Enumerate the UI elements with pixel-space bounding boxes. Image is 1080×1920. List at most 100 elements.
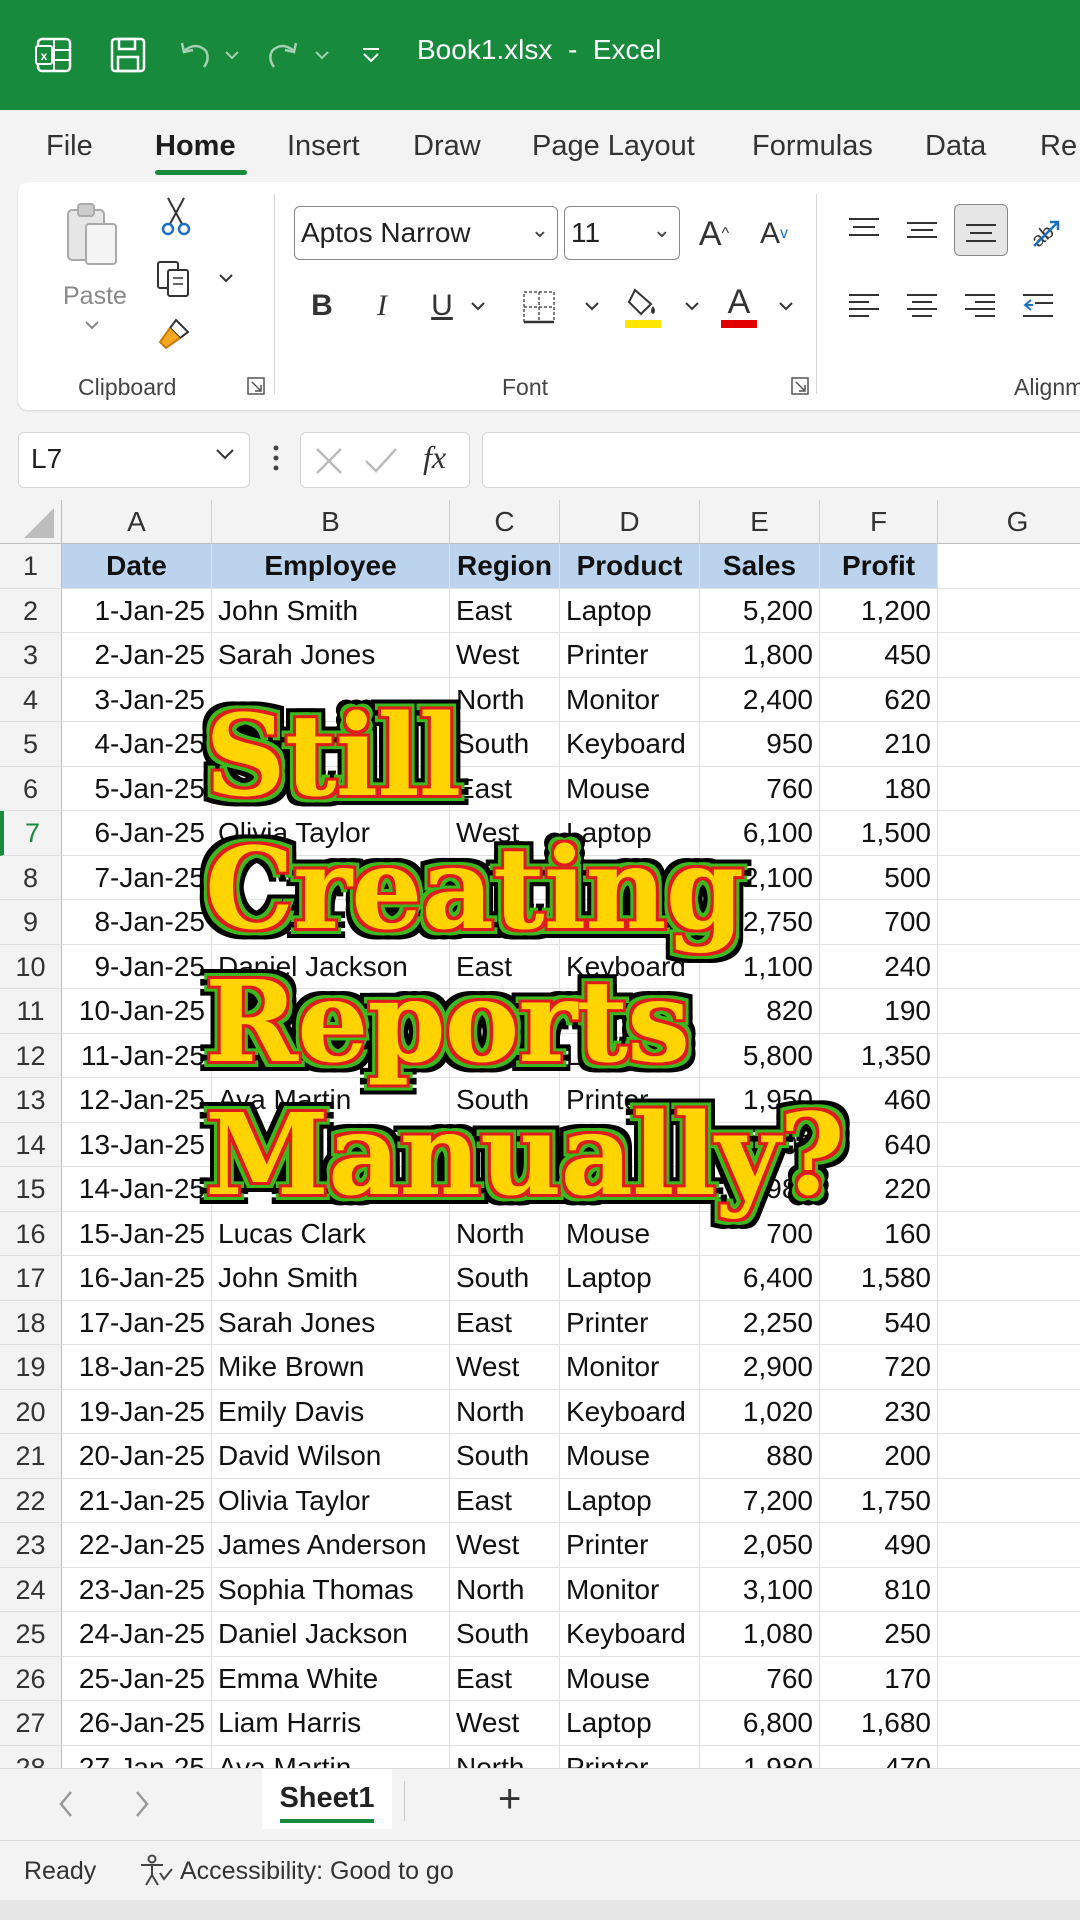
tab-formulas[interactable]: Formulas <box>752 130 873 163</box>
cell[interactable]: Sophia Thomas <box>212 1567 450 1612</box>
row-header[interactable]: 16 <box>0 1211 62 1256</box>
cell[interactable]: 26-Jan-25 <box>62 1701 212 1746</box>
save-icon[interactable] <box>106 30 150 80</box>
cell[interactable]: 1,680 <box>820 1701 938 1746</box>
undo-icon[interactable] <box>172 30 216 80</box>
font-launcher-icon[interactable] <box>788 374 812 398</box>
cell[interactable] <box>938 678 1080 722</box>
cell[interactable]: 190 <box>820 989 938 1034</box>
cell[interactable]: 3,100 <box>700 1567 820 1612</box>
cell[interactable]: East <box>450 588 560 633</box>
cell[interactable]: Laptop <box>560 1701 700 1746</box>
cell[interactable]: 1,350 <box>820 1033 938 1078</box>
cell[interactable] <box>938 811 1080 856</box>
cell[interactable]: 760 <box>700 1656 820 1701</box>
next-sheet-icon[interactable] <box>132 1789 152 1824</box>
cut-icon[interactable] <box>156 194 196 238</box>
cell[interactable] <box>938 1479 1080 1523</box>
cell[interactable]: John Smith <box>212 588 450 633</box>
cell[interactable]: 1,580 <box>820 1256 938 1301</box>
align-right-icon[interactable] <box>960 286 1000 326</box>
formula-input[interactable] <box>482 432 1080 488</box>
cell[interactable]: 18-Jan-25 <box>62 1345 212 1390</box>
accessibility-icon[interactable] <box>138 1853 174 1894</box>
cell[interactable]: 1,200 <box>820 588 938 633</box>
row-header[interactable]: 20 <box>0 1389 62 1434</box>
decrease-indent-icon[interactable] <box>1018 286 1058 326</box>
row-header[interactable]: 24 <box>0 1567 62 1612</box>
font-color-button[interactable]: A <box>718 280 760 332</box>
cell[interactable]: East <box>450 1656 560 1701</box>
cell[interactable]: 8-Jan-25 <box>62 900 212 945</box>
cell[interactable]: Printer <box>560 1523 700 1568</box>
header-cell[interactable]: Product <box>560 544 700 589</box>
row-header[interactable]: 26 <box>0 1656 62 1701</box>
header-cell[interactable]: Date <box>62 544 212 589</box>
cell[interactable]: 450 <box>820 633 938 678</box>
cell[interactable]: Liam Harris <box>212 1701 450 1746</box>
cell[interactable] <box>938 1167 1080 1212</box>
italic-button[interactable]: I <box>362 284 402 328</box>
redo-dropdown-icon[interactable] <box>312 30 332 80</box>
orientation-icon[interactable]: ab <box>1020 206 1068 254</box>
customize-toolbar-icon[interactable] <box>356 30 386 80</box>
tab-page-layout[interactable]: Page Layout <box>532 130 695 163</box>
row-header[interactable]: 19 <box>0 1345 62 1390</box>
cell[interactable]: 6-Jan-25 <box>62 811 212 856</box>
cell[interactable]: Daniel Jackson <box>212 1612 450 1657</box>
cell[interactable] <box>938 1657 1080 1701</box>
cell[interactable]: West <box>450 1345 560 1390</box>
cell[interactable]: 230 <box>820 1389 938 1434</box>
tab-review[interactable]: Re <box>1040 130 1077 163</box>
cell[interactable]: Printer <box>560 1745 700 1768</box>
sheet-tab-sheet1[interactable]: Sheet1 <box>262 1769 392 1829</box>
name-box[interactable]: L7 <box>18 432 250 488</box>
cell[interactable]: Mouse <box>560 1434 700 1479</box>
cell[interactable] <box>938 722 1080 767</box>
cell[interactable]: 470 <box>820 1745 938 1768</box>
row-header[interactable]: 11 <box>0 989 62 1034</box>
cell[interactable]: Laptop <box>560 1256 700 1301</box>
cell[interactable] <box>938 945 1080 989</box>
bold-button[interactable]: B <box>302 284 342 328</box>
cell[interactable] <box>938 633 1080 678</box>
cell[interactable] <box>938 1434 1080 1479</box>
cell[interactable]: Printer <box>560 633 700 678</box>
cell[interactable]: David Wilson <box>212 1434 450 1479</box>
header-cell[interactable]: Region <box>450 544 560 589</box>
header-cell[interactable]: Sales <box>700 544 820 589</box>
cell[interactable]: 7,200 <box>700 1478 820 1523</box>
borders-icon[interactable] <box>518 286 560 328</box>
font-name-select[interactable]: Aptos Narrow ⌄ <box>294 206 558 260</box>
tab-file[interactable]: File <box>46 130 93 163</box>
row-header[interactable]: 3 <box>0 633 62 678</box>
cell[interactable]: James Anderson <box>212 1523 450 1568</box>
cell[interactable]: 13-Jan-25 <box>62 1122 212 1167</box>
column-header-e[interactable]: E <box>700 500 820 544</box>
cell[interactable]: West <box>450 1701 560 1746</box>
cell[interactable]: 1,800 <box>700 633 820 678</box>
cell[interactable]: 2,250 <box>700 1300 820 1345</box>
cell[interactable]: 25-Jan-25 <box>62 1656 212 1701</box>
insert-function-button[interactable]: fx <box>423 439 446 476</box>
cell[interactable] <box>938 1256 1080 1301</box>
row-header[interactable]: 5 <box>0 722 62 767</box>
cell[interactable]: East <box>450 1300 560 1345</box>
add-sheet-button[interactable]: + <box>498 1777 521 1822</box>
previous-sheet-icon[interactable] <box>56 1789 76 1824</box>
cell[interactable]: 16-Jan-25 <box>62 1256 212 1301</box>
column-header-g[interactable]: G <box>938 500 1080 544</box>
column-header-f[interactable]: F <box>820 500 938 544</box>
cell[interactable]: 500 <box>820 855 938 900</box>
row-header[interactable]: 14 <box>0 1122 62 1167</box>
cell[interactable]: 170 <box>820 1656 938 1701</box>
cell[interactable]: 180 <box>820 766 938 811</box>
cell[interactable]: North <box>450 1567 560 1612</box>
row-header[interactable]: 8 <box>0 855 62 900</box>
cell[interactable]: Monitor <box>560 1345 700 1390</box>
cell[interactable]: 11-Jan-25 <box>62 1033 212 1078</box>
cell[interactable]: North <box>450 1745 560 1768</box>
row-header[interactable]: 27 <box>0 1701 62 1746</box>
cell[interactable]: 210 <box>820 722 938 767</box>
cell[interactable]: 810 <box>820 1567 938 1612</box>
